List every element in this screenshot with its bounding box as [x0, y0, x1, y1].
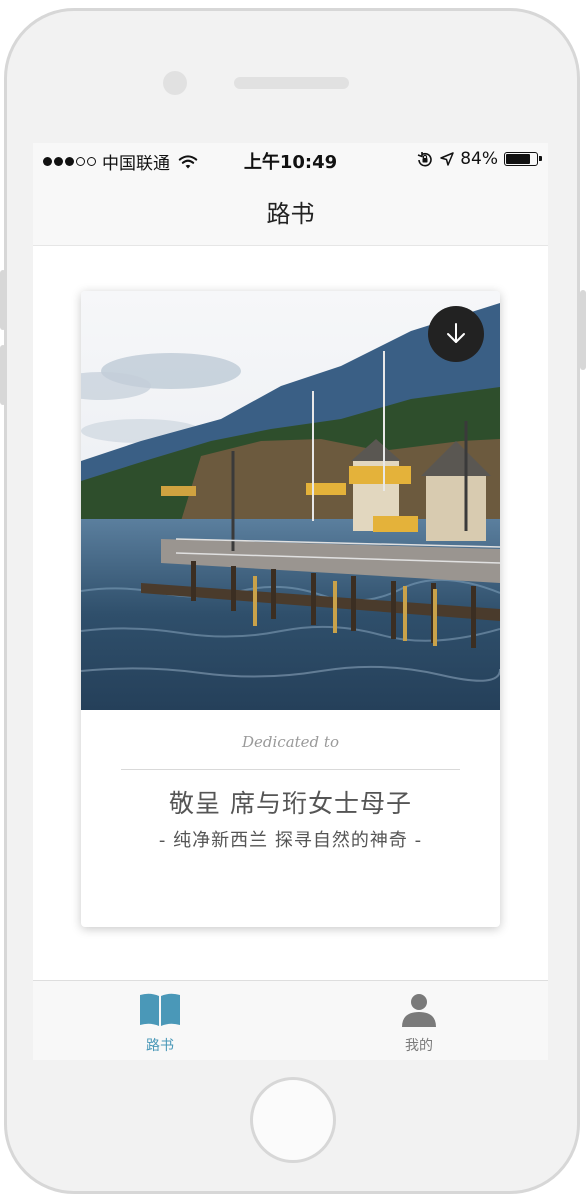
location-arrow-icon	[440, 152, 454, 166]
app-screen: 中国联通 上午10:49 84% 路书 Dedicated to 敬呈 席与珩女…	[33, 143, 548, 1060]
dedicated-label: Dedicated to	[242, 733, 339, 751]
roadbook-subtitle: - 纯净新西兰 探寻自然的神奇 -	[158, 830, 423, 851]
tab-roadbook[interactable]: 路书	[100, 991, 220, 1057]
battery-percent: 84%	[460, 149, 498, 169]
earpiece-speaker	[234, 77, 349, 89]
download-icon	[447, 323, 465, 343]
home-button[interactable]	[250, 1077, 336, 1163]
book-icon	[140, 993, 180, 1026]
page-title: 路书	[266, 200, 315, 228]
dedicatee-name: 敬呈 席与珩女士母子	[169, 789, 412, 818]
volume-down-button	[0, 345, 6, 405]
tab-mine[interactable]: 我的	[359, 991, 479, 1057]
tab-mine-label: 我的	[405, 1038, 433, 1054]
divider	[121, 769, 460, 770]
download-button[interactable]	[428, 306, 484, 362]
person-icon	[402, 994, 436, 1027]
rotation-lock-icon	[417, 152, 432, 167]
volume-up-button	[0, 270, 6, 330]
front-camera	[163, 71, 187, 95]
tab-roadbook-label: 路书	[146, 1038, 174, 1054]
tab-bar: 路书 我的	[33, 980, 548, 1060]
battery-icon	[504, 152, 542, 166]
power-button	[580, 290, 586, 370]
status-bar: 中国联通 上午10:49 84%	[33, 143, 548, 177]
roadbook-cover-card[interactable]: Dedicated to 敬呈 席与珩女士母子 - 纯净新西兰 探寻自然的神奇 …	[81, 291, 500, 927]
navigation-bar: 路书	[33, 177, 548, 246]
